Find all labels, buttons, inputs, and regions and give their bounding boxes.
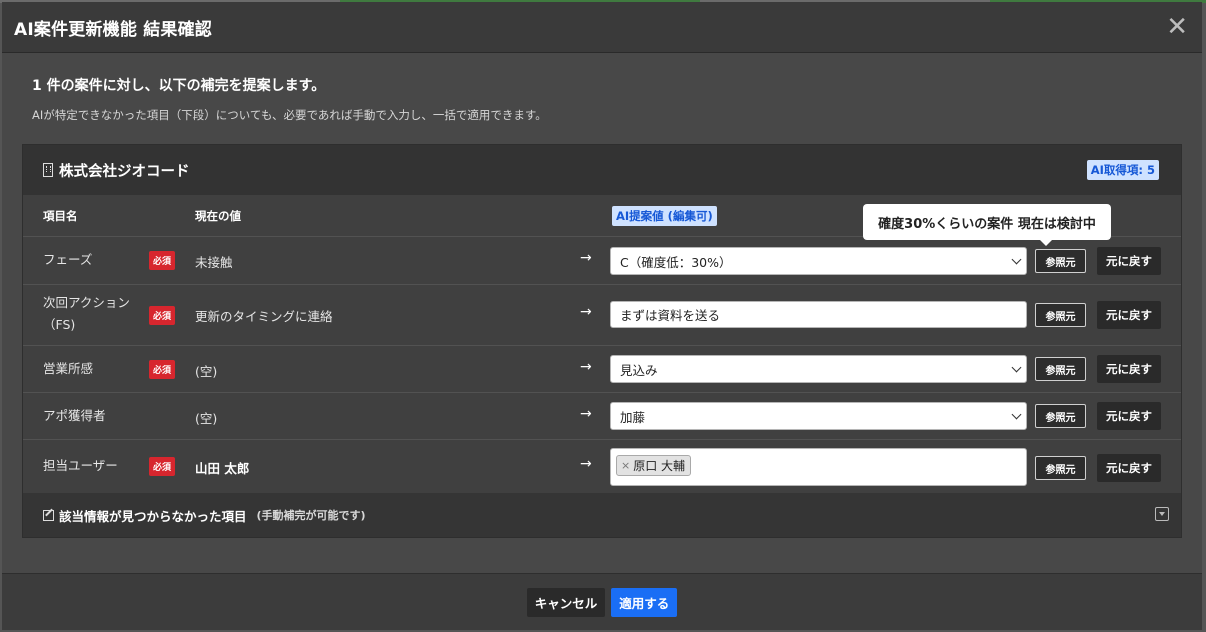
column-ai-suggestion: AI提案値 (編集可) <box>612 205 717 226</box>
reference-button[interactable]: 参照元 <box>1035 249 1086 273</box>
required-badge: 必須 <box>149 360 176 379</box>
missing-items-section-header[interactable]: 該当情報が見つからなかった項目 (手動補完が可能です) <box>23 493 1181 537</box>
row-label: 次回アクション（FS) <box>43 295 130 332</box>
revert-button[interactable]: 元に戻す <box>1097 247 1161 275</box>
ai-update-result-modal: AI案件更新機能 結果確認 ✕ 1 件の案件に対し、以下の補完を提案します。 A… <box>2 2 1202 630</box>
select-value: 見込み <box>620 362 658 378</box>
select-value: C（確度低：30%） <box>620 254 732 270</box>
revert-button[interactable]: 元に戻す <box>1097 301 1161 329</box>
chevron-down-icon <box>1011 254 1022 265</box>
reference-button[interactable]: 参照元 <box>1035 303 1086 327</box>
table-row: 営業所感 必須 (空) → 見込み 参照元 元に戻す <box>23 346 1181 393</box>
edit-icon <box>43 509 54 521</box>
revert-button[interactable]: 元に戻す <box>1097 402 1161 430</box>
arrow-icon: → <box>580 406 592 422</box>
current-value: (空) <box>195 411 218 426</box>
current-value: 更新のタイミングに連絡 <box>195 309 333 324</box>
table-row: アポ獲得者 (空) → 加藤 参照元 元に戻す <box>23 393 1181 440</box>
company-name: 株式会社ジオコード <box>59 163 190 180</box>
arrow-icon: → <box>580 250 592 266</box>
arrow-icon: → <box>580 304 592 320</box>
intro: 1 件の案件に対し、以下の補完を提案します。 AIが特定できなかった項目（下段）… <box>2 53 1202 123</box>
user-tag-label: 原口 大輔 <box>633 459 686 473</box>
building-icon <box>43 163 53 177</box>
required-badge: 必須 <box>149 457 176 476</box>
intro-title: 1 件の案件に対し、以下の補完を提案します。 <box>32 78 326 94</box>
reference-tooltip: 確度30%くらいの案件 現在は検討中 <box>863 204 1111 246</box>
current-value: 山田 太郎 <box>195 461 250 476</box>
table-row: 次回アクション（FS) 必須 更新のタイミングに連絡 → まずは資料を送る 参照… <box>23 285 1181 346</box>
intro-description: AIが特定できなかった項目（下段）についても、必要であれば手動で入力し、一括で適… <box>32 108 547 122</box>
required-badge: 必須 <box>149 251 176 270</box>
close-icon[interactable]: ✕ <box>1166 14 1188 40</box>
column-item-name: 項目名 <box>43 208 78 223</box>
panel-header: 株式会社ジオコード AI取得項: 5 <box>23 145 1181 195</box>
modal-title: AI案件更新機能 結果確認 <box>14 19 212 40</box>
table-row: フェーズ 必須 未接触 → C（確度低：30%） 参照元 元に戻す <box>23 237 1181 285</box>
missing-items-note: (手動補完が可能です) <box>256 509 366 522</box>
apply-button[interactable]: 適用する <box>611 587 678 617</box>
reference-button[interactable]: 参照元 <box>1035 456 1086 480</box>
revert-button[interactable]: 元に戻す <box>1097 355 1161 383</box>
reference-button[interactable]: 参照元 <box>1035 357 1086 381</box>
row-label: 担当ユーザー <box>43 458 118 473</box>
row-label: 営業所感 <box>43 361 94 376</box>
input-value: まずは資料を送る <box>620 308 721 323</box>
chevron-down-icon <box>1011 362 1022 373</box>
remove-tag-icon[interactable]: × <box>621 459 630 472</box>
cancel-button[interactable]: キャンセル <box>526 587 606 617</box>
column-current-value: 現在の値 <box>195 208 241 223</box>
chevron-down-icon <box>1011 409 1022 420</box>
ai-count-badge: AI取得項: 5 <box>1086 160 1159 180</box>
deal-panel: 株式会社ジオコード AI取得項: 5 項目名 現在の値 AI提案値 (編集可) … <box>22 144 1182 538</box>
current-value: 未接触 <box>195 255 233 270</box>
modal-footer: キャンセル 適用する <box>2 573 1202 630</box>
expand-toggle-icon[interactable] <box>1155 507 1169 521</box>
reference-button[interactable]: 参照元 <box>1035 404 1086 428</box>
assigned-user-multiselect[interactable]: × 原口 大輔 <box>610 448 1027 486</box>
row-label: アポ獲得者 <box>43 408 106 423</box>
revert-button[interactable]: 元に戻す <box>1097 454 1161 482</box>
company-title: 株式会社ジオコード <box>43 160 190 181</box>
arrow-icon: → <box>580 359 592 375</box>
next-action-input[interactable]: まずは資料を送る <box>610 301 1027 328</box>
arrow-icon: → <box>580 456 592 472</box>
modal-header: AI案件更新機能 結果確認 ✕ <box>2 2 1202 53</box>
appointment-owner-select[interactable]: 加藤 <box>610 402 1027 430</box>
current-value: (空) <box>195 364 218 379</box>
missing-items-title: 該当情報が見つからなかった項目 <box>59 508 247 524</box>
required-badge: 必須 <box>149 306 176 325</box>
row-label: フェーズ <box>43 252 93 267</box>
phase-select[interactable]: C（確度低：30%） <box>610 247 1027 275</box>
user-tag[interactable]: × 原口 大輔 <box>616 455 692 476</box>
select-value: 加藤 <box>620 409 646 425</box>
table-row: 担当ユーザー 必須 山田 太郎 → × 原口 大輔 参照元 元に戻す <box>23 440 1181 494</box>
sales-impression-select[interactable]: 見込み <box>610 355 1027 383</box>
